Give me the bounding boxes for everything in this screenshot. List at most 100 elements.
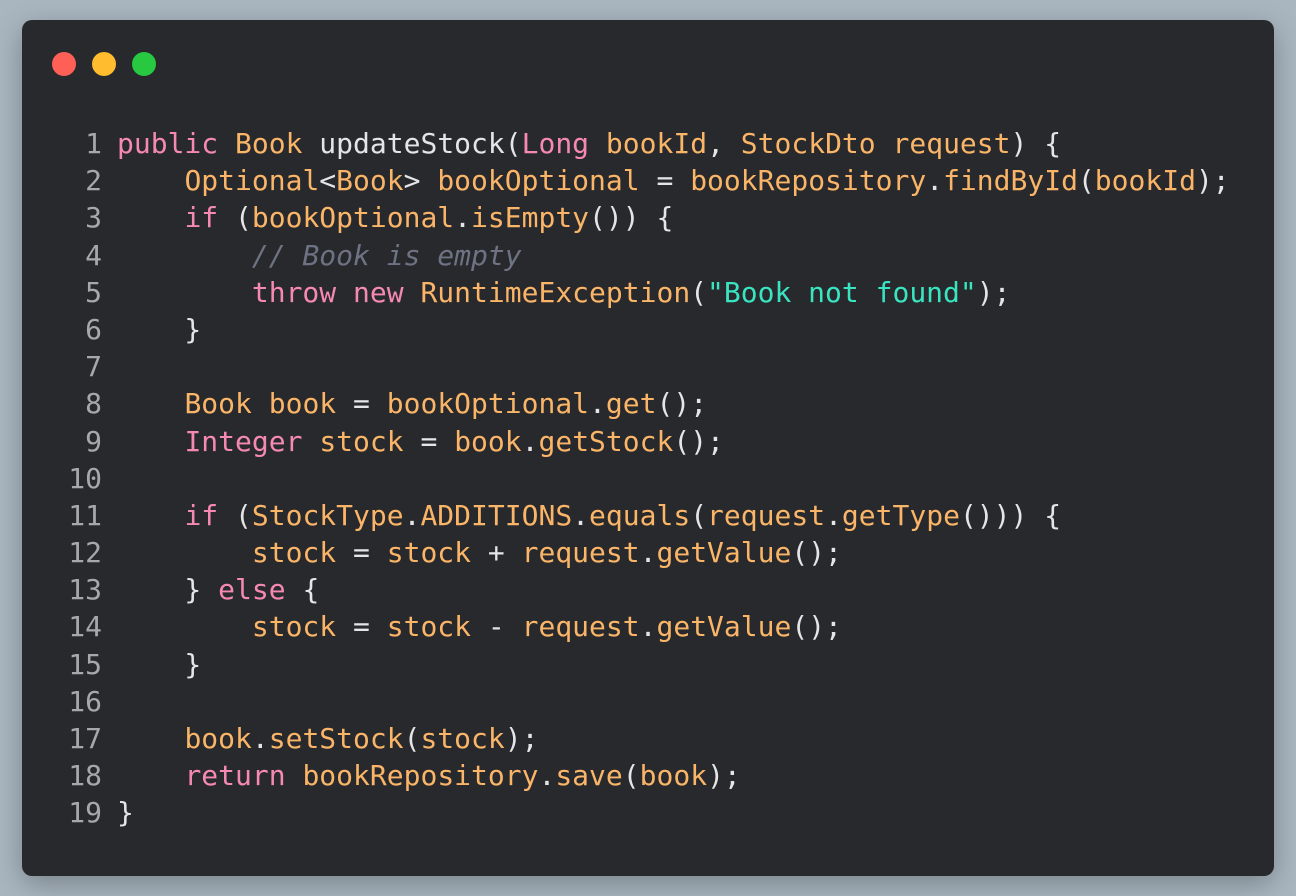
- code-token: .: [825, 498, 842, 532]
- code-token: {: [285, 573, 320, 607]
- code-token: );: [1195, 164, 1230, 198]
- code-token: =: [403, 424, 455, 458]
- code-token: .: [589, 387, 606, 421]
- line-code: public Book updateStock(Long bookId, Sto…: [117, 125, 1061, 162]
- code-token: request: [707, 498, 826, 532]
- line-number: 6: [85, 312, 102, 346]
- line-code: if (StockType.ADDITIONS.equals(request.g…: [117, 497, 1061, 534]
- code-token: .: [926, 164, 944, 198]
- line-code: Book book = bookOptional.get();: [117, 385, 707, 422]
- code-token: .: [521, 424, 539, 458]
- line-number: 2: [85, 164, 102, 198]
- line-number: 17: [68, 722, 102, 755]
- line-code: stock = stock + request.getValue();: [117, 534, 842, 571]
- code-token: =: [336, 536, 387, 570]
- code-token: Long: [521, 127, 590, 160]
- line-number: 8: [85, 387, 102, 421]
- code-token: book: [454, 424, 522, 458]
- code-token: equals: [589, 498, 691, 532]
- code-token: Integer: [184, 424, 303, 458]
- code-token: ) {: [1010, 127, 1062, 160]
- code-token: );: [707, 759, 741, 793]
- line-code: return bookRepository.save(book);: [117, 757, 741, 794]
- code-token: request: [521, 610, 640, 644]
- line-number: 1: [85, 127, 102, 160]
- code-token: bookId: [1094, 164, 1196, 198]
- code-token: getType: [841, 498, 960, 532]
- code-token: (: [690, 275, 708, 309]
- code-token: // Book is empty: [251, 238, 522, 272]
- code-token: ()) {: [589, 201, 674, 235]
- line-number: 19: [68, 796, 102, 830]
- code-token: save: [555, 759, 623, 793]
- line-code: throw new RuntimeException("Book not fou…: [117, 274, 1011, 311]
- code-token: (: [218, 498, 252, 532]
- code-token: else: [218, 573, 286, 607]
- line-code: Optional<Book> bookOptional = bookReposi…: [117, 162, 1230, 199]
- code-token: ADDITIONS: [420, 498, 573, 532]
- code-token: stock: [386, 610, 472, 644]
- code-token: ())) {: [959, 498, 1062, 532]
- code-token: RuntimeException: [420, 275, 691, 309]
- minimize-window-icon[interactable]: [92, 52, 116, 76]
- code-token: isEmpty: [471, 201, 590, 235]
- code-token: >: [403, 164, 438, 198]
- code-token: }: [117, 796, 134, 830]
- code-token: stock: [386, 536, 472, 570]
- code-token: }: [117, 312, 202, 346]
- code-token: (: [218, 201, 252, 235]
- code-token: ();: [656, 387, 708, 421]
- code-token: +: [471, 536, 522, 570]
- code-token: -: [471, 610, 522, 644]
- code-window: 1 public Book updateStock(Long bookId, St…: [22, 20, 1274, 876]
- code-token: =: [336, 387, 387, 421]
- code-token: ,: [707, 127, 741, 160]
- code-token: (: [622, 759, 640, 793]
- close-window-icon[interactable]: [52, 52, 76, 76]
- code-token: book: [268, 387, 337, 421]
- line-number: 13: [68, 573, 102, 607]
- code-token: if: [184, 201, 219, 235]
- line-number: 16: [68, 684, 102, 718]
- code-token: ();: [791, 536, 842, 570]
- code-token: return: [184, 759, 286, 793]
- line-code: }: [117, 311, 201, 348]
- line-number: 5: [85, 275, 102, 309]
- line-code: book.setStock(stock);: [117, 720, 538, 757]
- code-token: getStock: [538, 424, 674, 458]
- code-token: }: [117, 647, 202, 681]
- code-token: bookOptional: [437, 164, 640, 198]
- code-token: bookRepository: [302, 759, 539, 793]
- code-token: StockType: [251, 498, 404, 532]
- code-token: Book: [336, 164, 404, 198]
- code-token: bookId: [605, 127, 708, 160]
- code-token: =: [336, 610, 387, 644]
- code-token: }: [117, 573, 219, 607]
- code-token: .: [403, 498, 421, 532]
- code-token: <: [319, 164, 337, 198]
- code-token: (: [690, 498, 708, 532]
- code-token: (: [1077, 164, 1095, 198]
- code-token: .: [639, 536, 657, 570]
- line-code: } else {: [117, 571, 319, 608]
- line-number: 14: [68, 610, 102, 644]
- code-token: updateStock: [302, 127, 505, 160]
- maximize-window-icon[interactable]: [132, 52, 156, 76]
- line-number: 10: [68, 461, 102, 495]
- code-token: Book: [184, 387, 252, 421]
- code-token: bookOptional: [386, 387, 590, 421]
- code-token: .: [251, 722, 269, 755]
- line-number: 7: [85, 350, 102, 384]
- code-token: .: [538, 759, 556, 793]
- code-token: getValue: [656, 610, 792, 644]
